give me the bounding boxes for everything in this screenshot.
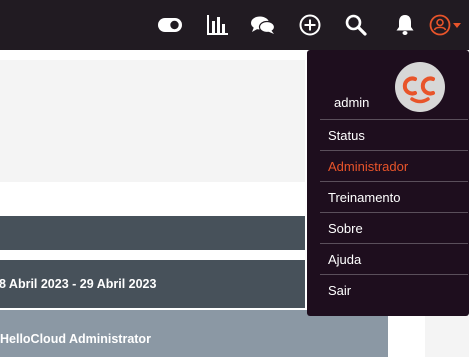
top-navbar <box>0 0 469 50</box>
menu-item-ajuda[interactable]: Ajuda <box>320 243 468 274</box>
date-range-text: 28 Abril 2023 - 29 Abril 2023 <box>0 277 157 291</box>
table-header-bar <box>0 216 305 250</box>
avatar[interactable] <box>395 62 445 112</box>
menu-item-sobre[interactable]: Sobre <box>320 212 468 243</box>
user-icon[interactable] <box>428 13 452 37</box>
bell-icon[interactable] <box>393 13 417 37</box>
user-menu-list: Status Administrador Treinamento Sobre A… <box>320 119 468 305</box>
menu-item-sair[interactable]: Sair <box>320 274 468 305</box>
chat-icon[interactable] <box>251 13 275 37</box>
chevron-down-icon[interactable] <box>453 23 461 28</box>
menu-item-status[interactable]: Status <box>320 119 468 150</box>
admin-row: HelloCloud Administrator <box>0 310 388 357</box>
add-circle-icon[interactable] <box>298 13 322 37</box>
admin-name-text: HelloCloud Administrator <box>0 332 151 346</box>
content-panel <box>0 60 305 182</box>
search-icon[interactable] <box>344 13 368 37</box>
menu-item-treinamento[interactable]: Treinamento <box>320 181 468 212</box>
bar-chart-icon[interactable] <box>205 13 229 37</box>
username-label: admin <box>334 95 370 110</box>
logo-icon <box>402 76 435 104</box>
date-range-bar: 28 Abril 2023 - 29 Abril 2023 <box>0 260 305 308</box>
toggle-icon[interactable] <box>158 13 182 37</box>
menu-item-administrador[interactable]: Administrador <box>320 150 468 181</box>
